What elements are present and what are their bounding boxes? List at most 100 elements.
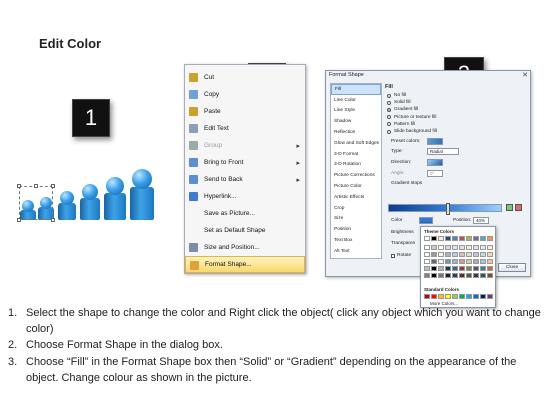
color-swatch[interactable] [438,259,444,264]
position-input[interactable]: 40% [473,217,489,224]
gradient-stop-handle[interactable] [446,203,450,215]
category-3-d-format[interactable]: 3-D Format [331,149,381,160]
color-swatch[interactable] [487,236,493,241]
color-swatch[interactable] [424,236,430,241]
category-reflection[interactable]: Reflection [331,127,381,138]
color-swatch[interactable] [459,273,465,278]
color-swatch[interactable] [438,294,444,299]
radio-icon[interactable] [387,93,391,98]
sphere-5[interactable] [106,177,124,195]
category-line-color[interactable]: Line Color [331,95,381,106]
fill-option-pattern-fill[interactable]: Pattern fill [387,121,527,128]
category-text-box[interactable]: Text Box [331,235,381,246]
color-swatch[interactable] [487,252,493,257]
color-swatch[interactable] [424,259,430,264]
color-swatch[interactable] [431,259,437,264]
cylinder-3[interactable] [58,203,76,220]
color-swatch[interactable] [480,252,486,257]
cylinder-shape-graphic[interactable] [16,169,166,222]
color-swatch[interactable] [431,245,437,250]
color-swatch[interactable] [424,252,430,257]
menu-item-send-to-back[interactable]: Send to Back ▸ [185,171,305,188]
rotate-checkbox[interactable] [391,253,395,258]
color-swatch[interactable] [480,236,486,241]
color-swatch[interactable] [466,294,472,299]
color-swatch[interactable] [487,266,493,271]
color-swatch[interactable] [466,245,472,250]
color-swatch[interactable] [431,266,437,271]
category-fill[interactable]: Fill [331,84,381,95]
category-3-d-rotation[interactable]: 3-D Rotation [331,160,381,171]
color-swatch[interactable] [480,259,486,264]
radio-icon[interactable] [387,129,391,134]
color-swatch[interactable] [473,259,479,264]
type-dropdown[interactable]: Radial [427,148,459,155]
color-swatch[interactable] [452,252,458,257]
color-swatch[interactable] [466,266,472,271]
category-line-style[interactable]: Line Style [331,106,381,117]
color-swatch[interactable] [487,294,493,299]
color-swatch[interactable] [466,236,472,241]
menu-item-format-shape[interactable]: Format Shape... [185,256,305,273]
color-swatch[interactable] [438,266,444,271]
category-picture-corrections[interactable]: Picture Corrections [331,170,381,181]
category-picture-color[interactable]: Picture Color [331,181,381,192]
color-swatch[interactable] [452,294,458,299]
color-swatch[interactable] [473,236,479,241]
color-swatch[interactable] [445,245,451,250]
preset-colors-dropdown[interactable] [427,138,443,145]
menu-item-paste[interactable]: Paste [185,103,305,120]
category-size[interactable]: Size [331,214,381,225]
color-swatch[interactable] [438,245,444,250]
category-position[interactable]: Position [331,224,381,235]
color-swatch[interactable] [452,236,458,241]
menu-item-set-as-default-shape[interactable]: Set as Default Shape [185,222,305,239]
color-swatch[interactable] [445,294,451,299]
color-swatch[interactable] [424,294,430,299]
menu-item-size-and-position[interactable]: Size and Position... [185,239,305,256]
menu-item-save-as-picture[interactable]: Save as Picture... [185,205,305,222]
color-swatch[interactable] [438,252,444,257]
color-swatch[interactable] [424,266,430,271]
color-swatch[interactable] [480,245,486,250]
color-swatch[interactable] [473,252,479,257]
color-swatch[interactable] [445,259,451,264]
selection-handle[interactable] [17,184,21,188]
fill-option-gradient-fill[interactable]: Gradient fill [387,106,527,113]
menu-item-hyperlink[interactable]: Hyperlink... [185,188,305,205]
angle-input[interactable]: 0° [427,170,443,177]
fill-option-slide-background-fill[interactable]: Slide background fill [387,128,527,135]
category-crop[interactable]: Crop [331,203,381,214]
category-glow-and-soft-edges[interactable]: Glow and Soft Edges [331,138,381,149]
color-swatch[interactable] [431,252,437,257]
color-swatch[interactable] [431,294,437,299]
color-swatch[interactable] [459,259,465,264]
color-swatch[interactable] [459,245,465,250]
remove-stop-icon[interactable] [515,204,522,211]
color-swatch[interactable] [480,273,486,278]
selection-handle[interactable] [34,184,38,188]
menu-item-bring-to-front[interactable]: Bring to Front ▸ [185,154,305,171]
add-stop-icon[interactable] [506,204,513,211]
menu-item-edit-text[interactable]: Edit Text [185,120,305,137]
color-swatch[interactable] [445,273,451,278]
selection-handle[interactable] [17,218,21,222]
color-dropdown[interactable] [419,217,433,224]
color-swatch[interactable] [459,294,465,299]
color-swatch[interactable] [473,273,479,278]
cylinder-4[interactable] [80,198,100,220]
color-swatch[interactable] [459,266,465,271]
fill-option-picture-or-texture-fill[interactable]: Picture or texture fill [387,114,527,121]
color-swatch[interactable] [487,259,493,264]
color-swatch[interactable] [452,245,458,250]
cylinder-5[interactable] [104,193,126,220]
color-swatch[interactable] [452,273,458,278]
selection-handle[interactable] [51,184,55,188]
color-swatch[interactable] [445,266,451,271]
sphere-3[interactable] [60,191,74,205]
color-swatch[interactable] [445,236,451,241]
menu-item-cut[interactable]: Cut [185,69,305,86]
radio-icon[interactable] [387,122,391,127]
fill-option-no-fill[interactable]: No fill [387,92,527,99]
color-swatch[interactable] [438,273,444,278]
